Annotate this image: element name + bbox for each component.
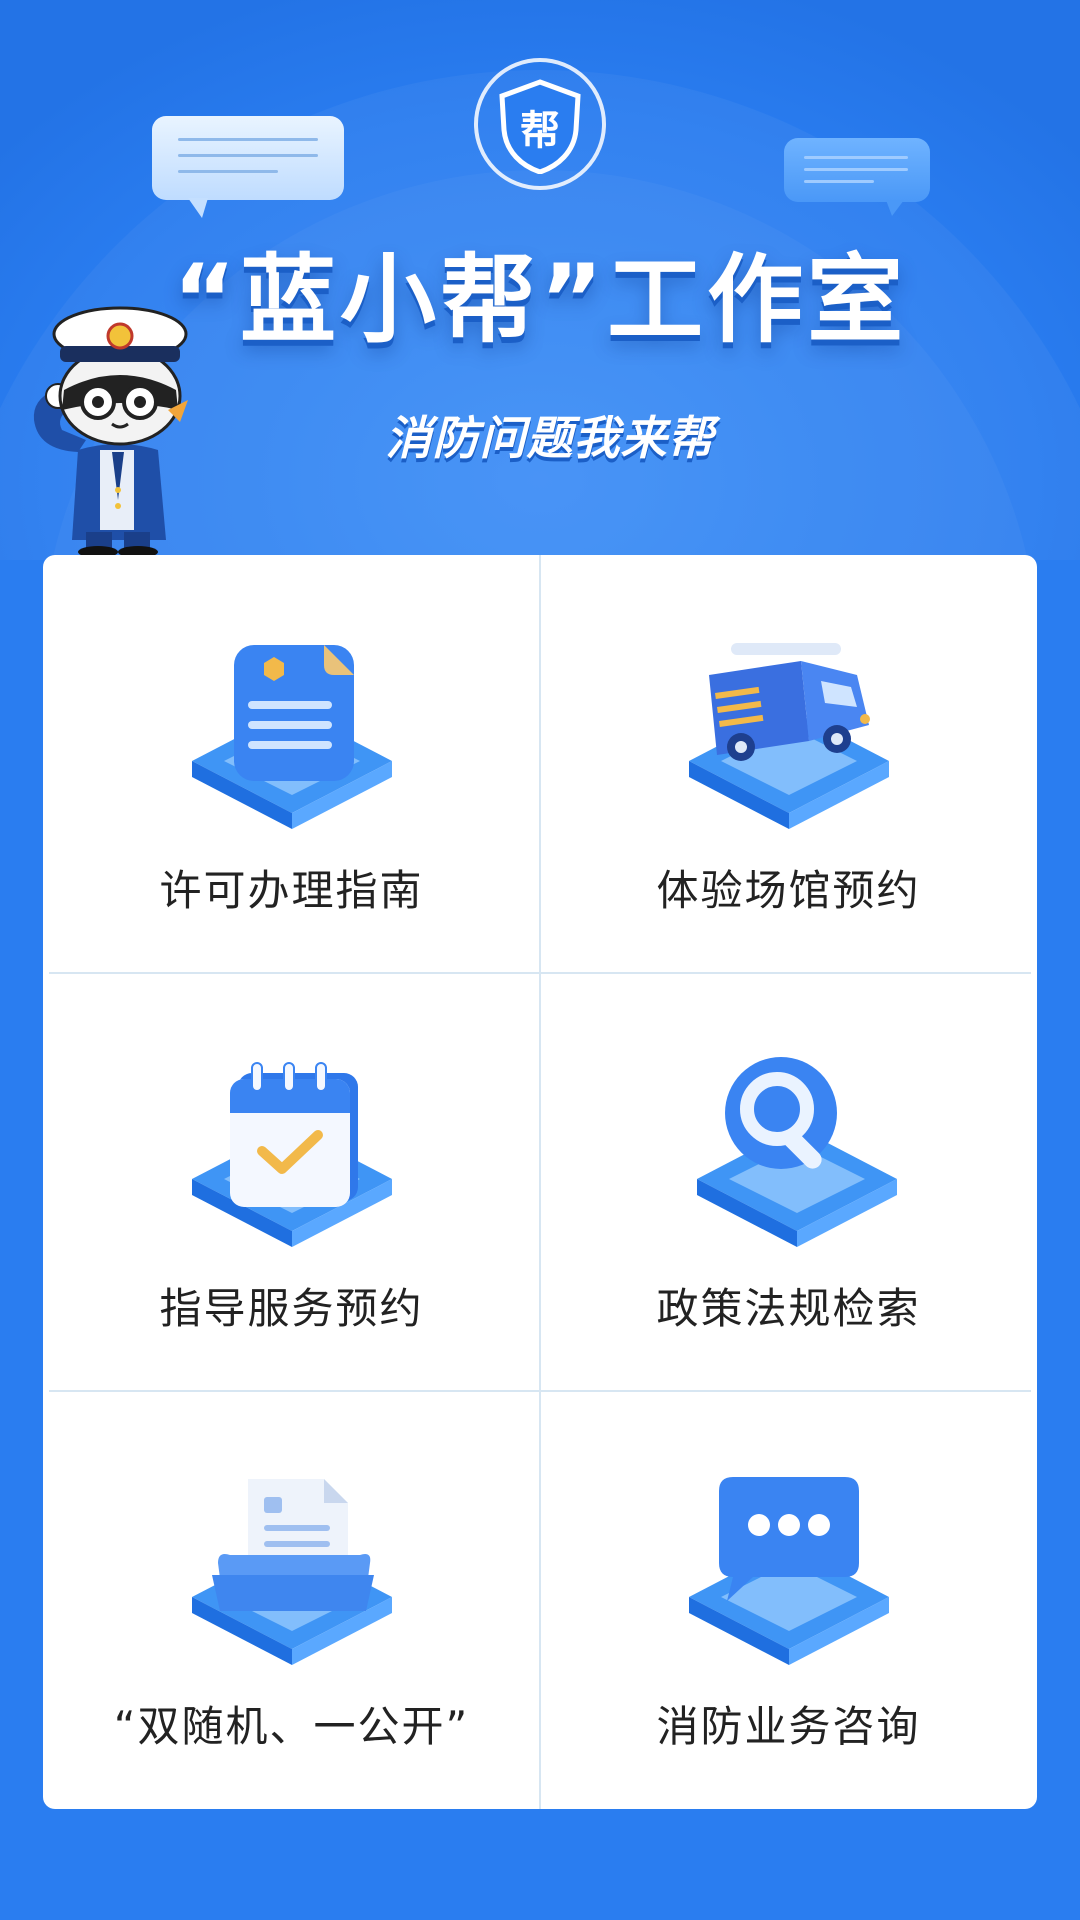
menu-item-double-random[interactable]: “双随机、一公开” [43,1391,540,1809]
menu-item-label: 体验场馆预约 [656,866,921,915]
menu-item-label: 消防业务咨询 [656,1702,921,1751]
speech-bubble-left-icon [152,116,344,218]
service-menu-grid: 许可办理指南 体验场馆预约 指导服务预约 政策法规检索 “双随机、一公开” 消防… [43,555,1037,1809]
page-title: “蓝小帮”工作室 [172,244,908,356]
menu-item-permit-guide[interactable]: 许可办理指南 [43,555,540,973]
page-subtitle: 消防问题我来帮 [385,411,715,465]
permit-document-icon [192,645,392,829]
chat-bubble-icon [689,1477,889,1665]
menu-item-business-consult[interactable]: 消防业务咨询 [540,1391,1037,1809]
menu-item-guidance-booking[interactable]: 指导服务预约 [43,973,540,1391]
calendar-check-icon [192,1062,392,1247]
menu-item-label: 许可办理指南 [159,866,424,915]
fire-truck-icon [689,643,889,829]
header-banner: 帮 “蓝小帮”工作室 消防问题我来帮 [0,0,1080,560]
menu-item-venue-booking[interactable]: 体验场馆预约 [540,555,1037,973]
shield-badge-icon: 帮 [474,58,606,190]
magnifier-icon [697,1057,897,1247]
menu-item-policy-search[interactable]: 政策法规检索 [540,973,1037,1391]
mascot-firefighter-icon [33,306,188,558]
menu-item-label: 指导服务预约 [159,1284,424,1333]
badge-character: 帮 [520,108,560,154]
menu-item-label: “双随机、一公开” [113,1702,470,1751]
document-tray-icon [192,1479,392,1665]
speech-bubble-right-icon [784,138,930,216]
menu-item-label: 政策法规检索 [656,1284,921,1333]
